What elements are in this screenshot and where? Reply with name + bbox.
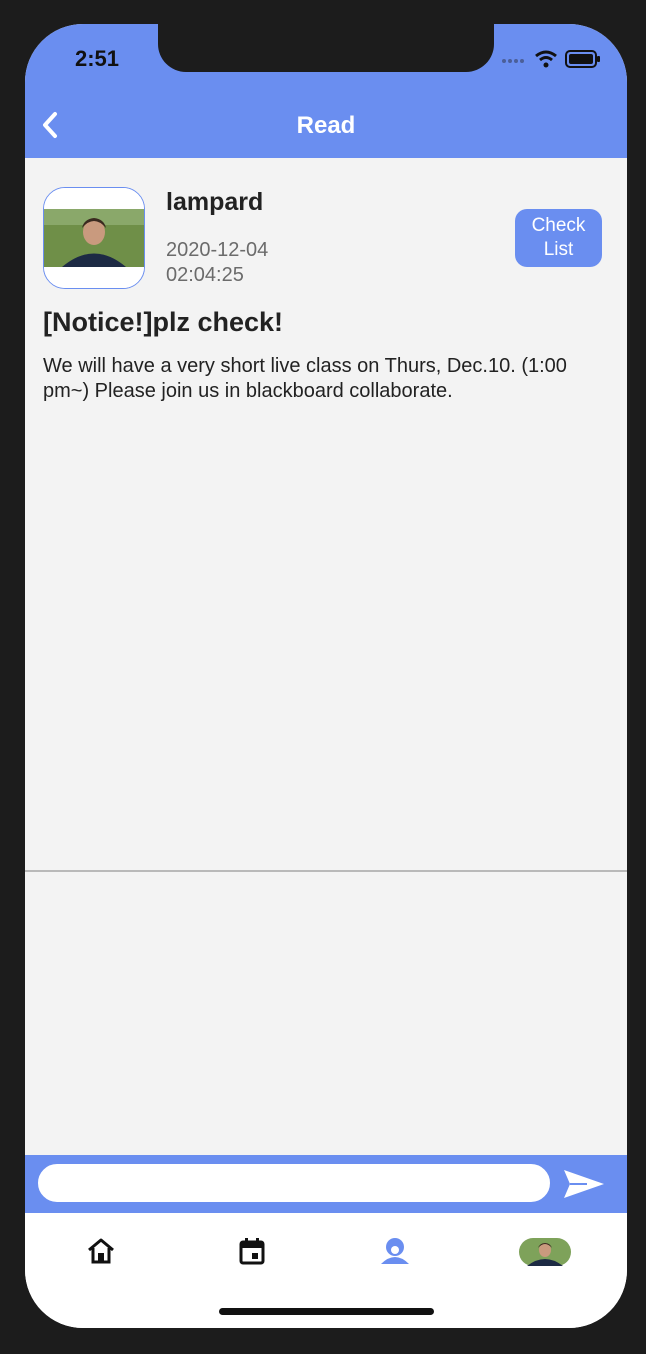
page-title: Read: [296, 112, 356, 139]
content-divider: [25, 870, 627, 872]
home-icon: [88, 1238, 114, 1264]
user-icon: [381, 1238, 409, 1264]
post-title: [Notice!]plz check!: [43, 307, 284, 337]
post-timestamp: 2020-12-04 02:04:25: [166, 238, 268, 288]
wifi-icon: [535, 50, 557, 68]
author-name: lampard: [166, 188, 264, 216]
post-time: 02:04:25: [166, 264, 244, 286]
tab-bar: [25, 1213, 627, 1328]
home-indicator[interactable]: [219, 1308, 434, 1315]
tab-profile[interactable]: [519, 1231, 571, 1271]
status-time: 2:51: [75, 46, 120, 71]
profile-avatar: [519, 1238, 571, 1266]
author-avatar[interactable]: [43, 187, 145, 289]
calendar-icon: [239, 1238, 265, 1265]
status-icons: [501, 50, 601, 68]
phone-frame: 2:51 Read lampard 2020-12-04 02:04:25 Ch…: [0, 0, 646, 1354]
device-notch: [158, 24, 494, 72]
check-list-label: Check List: [531, 215, 586, 260]
post-date: 2020-12-04: [166, 239, 269, 261]
cellular-signal-icon: [502, 59, 524, 63]
post-body: We will have a very short live class on …: [43, 355, 567, 402]
app-screen: 2:51 Read lampard 2020-12-04 02:04:25 Ch…: [25, 24, 627, 1328]
tab-home[interactable]: [81, 1231, 121, 1271]
check-list-button[interactable]: Check List: [515, 209, 602, 267]
tab-users[interactable]: [375, 1231, 415, 1271]
battery-icon: [565, 50, 600, 68]
send-icon[interactable]: [561, 1165, 607, 1203]
tab-calendar[interactable]: [232, 1231, 272, 1271]
header-bar: 2:51 Read: [25, 24, 627, 158]
comment-input[interactable]: [38, 1164, 550, 1202]
comment-composer: [25, 1155, 627, 1213]
author-photo: [44, 188, 144, 288]
